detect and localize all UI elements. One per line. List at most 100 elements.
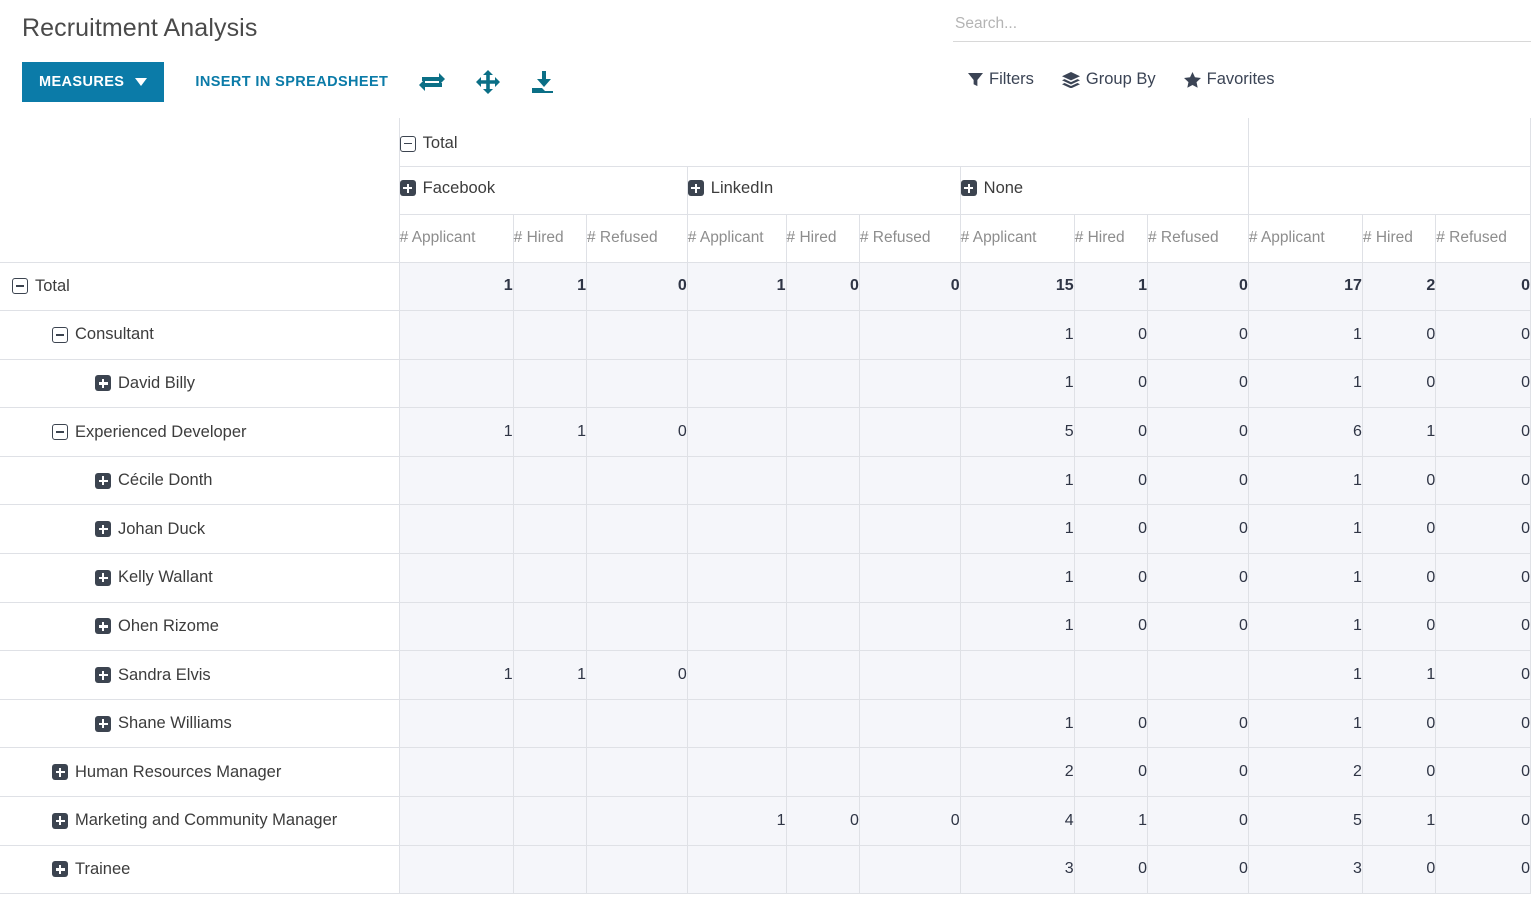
data-cell[interactable] bbox=[513, 310, 587, 360]
expand-icon-linkedin[interactable] bbox=[687, 180, 704, 197]
data-cell[interactable]: 1 bbox=[513, 407, 587, 457]
expand-icon[interactable] bbox=[95, 569, 111, 586]
expand-icon-none[interactable] bbox=[960, 180, 977, 197]
column-root-total[interactable]: Total bbox=[399, 118, 1249, 167]
data-cell[interactable] bbox=[586, 602, 688, 652]
data-cell[interactable] bbox=[786, 602, 860, 652]
data-cell[interactable]: 0 bbox=[1435, 747, 1531, 798]
data-cell[interactable]: 0 bbox=[1147, 310, 1249, 360]
data-cell[interactable]: 1 bbox=[1362, 650, 1437, 700]
data-cell[interactable]: 1 bbox=[960, 602, 1075, 652]
row-header-cell[interactable]: Experienced Developer bbox=[0, 407, 400, 457]
expand-icon[interactable] bbox=[95, 715, 111, 732]
data-cell[interactable]: 1 bbox=[1248, 699, 1363, 749]
data-cell[interactable]: 1 bbox=[1248, 553, 1363, 603]
row-header-cell[interactable]: Trainee bbox=[0, 845, 400, 895]
data-cell[interactable]: 15 bbox=[960, 262, 1075, 312]
data-cell[interactable] bbox=[687, 650, 787, 700]
data-cell[interactable] bbox=[687, 407, 787, 457]
data-cell[interactable]: 0 bbox=[1435, 650, 1531, 700]
row-header-cell[interactable]: Consultant bbox=[0, 310, 400, 360]
measure-header[interactable]: # Refused bbox=[586, 214, 688, 263]
data-cell[interactable] bbox=[513, 796, 587, 846]
data-cell[interactable] bbox=[687, 553, 787, 603]
data-cell[interactable] bbox=[513, 456, 587, 506]
data-cell[interactable]: 1 bbox=[960, 699, 1075, 749]
row-header-cell[interactable]: Marketing and Community Manager bbox=[0, 796, 400, 846]
collapse-icon[interactable] bbox=[399, 135, 416, 152]
data-cell[interactable]: 0 bbox=[1074, 456, 1149, 506]
row-header-cell[interactable]: Sandra Elvis bbox=[0, 650, 400, 700]
data-cell[interactable]: 0 bbox=[1147, 699, 1249, 749]
data-cell[interactable]: 0 bbox=[1435, 553, 1531, 603]
expand-icon[interactable] bbox=[52, 812, 68, 829]
data-cell[interactable]: 1 bbox=[1248, 456, 1363, 506]
measures-button[interactable]: MEASURES bbox=[22, 62, 165, 102]
data-cell[interactable]: 0 bbox=[1147, 504, 1249, 555]
filters-button[interactable]: Filters bbox=[968, 70, 1034, 89]
data-cell[interactable]: 1 bbox=[1074, 262, 1149, 312]
favorites-button[interactable]: Favorites bbox=[1183, 70, 1274, 89]
data-cell[interactable]: 0 bbox=[1362, 602, 1437, 652]
data-cell[interactable] bbox=[786, 650, 860, 700]
data-cell[interactable] bbox=[786, 699, 860, 749]
data-cell[interactable]: 0 bbox=[786, 262, 860, 312]
data-cell[interactable] bbox=[1074, 650, 1149, 700]
row-header-cell[interactable]: Ohen Rizome bbox=[0, 602, 400, 652]
data-cell[interactable] bbox=[786, 747, 860, 798]
data-cell[interactable]: 0 bbox=[1147, 553, 1249, 603]
data-cell[interactable] bbox=[859, 310, 961, 360]
data-cell[interactable] bbox=[859, 407, 961, 457]
data-cell[interactable] bbox=[786, 456, 860, 506]
data-cell[interactable]: 6 bbox=[1248, 407, 1363, 457]
data-cell[interactable]: 0 bbox=[1074, 310, 1149, 360]
measure-header[interactable]: # Hired bbox=[513, 214, 587, 263]
data-cell[interactable]: 0 bbox=[1435, 456, 1531, 506]
data-cell[interactable]: 0 bbox=[1435, 407, 1531, 457]
collapse-icon[interactable] bbox=[52, 326, 68, 343]
column-group-none[interactable]: None bbox=[960, 166, 1249, 215]
download-icon[interactable] bbox=[531, 70, 555, 94]
column-group-facebook[interactable]: Facebook bbox=[399, 166, 688, 215]
data-cell[interactable]: 0 bbox=[1147, 845, 1249, 895]
data-cell[interactable]: 1 bbox=[399, 650, 514, 700]
data-cell[interactable]: 0 bbox=[1074, 407, 1149, 457]
data-cell[interactable] bbox=[399, 602, 514, 652]
data-cell[interactable] bbox=[859, 553, 961, 603]
expand-icon[interactable] bbox=[476, 70, 501, 94]
data-cell[interactable]: 0 bbox=[586, 262, 688, 312]
data-cell[interactable]: 1 bbox=[1074, 796, 1149, 846]
data-cell[interactable]: 0 bbox=[1362, 359, 1437, 409]
expand-icon[interactable] bbox=[95, 667, 111, 684]
row-header-cell[interactable]: Cécile Donth bbox=[0, 456, 400, 506]
row-header-cell[interactable]: Johan Duck bbox=[0, 504, 400, 555]
data-cell[interactable]: 0 bbox=[1435, 262, 1531, 312]
row-header-cell[interactable]: Shane Williams bbox=[0, 699, 400, 749]
data-cell[interactable]: 1 bbox=[399, 262, 514, 312]
flip-axis-icon[interactable] bbox=[419, 71, 446, 93]
data-cell[interactable] bbox=[586, 796, 688, 846]
data-cell[interactable] bbox=[687, 310, 787, 360]
data-cell[interactable]: 1 bbox=[687, 262, 787, 312]
search-box[interactable] bbox=[953, 8, 1531, 42]
data-cell[interactable]: 1 bbox=[1248, 504, 1363, 555]
data-cell[interactable] bbox=[586, 553, 688, 603]
expand-icon[interactable] bbox=[52, 764, 68, 781]
data-cell[interactable] bbox=[859, 456, 961, 506]
expand-icon[interactable] bbox=[95, 375, 111, 392]
data-cell[interactable]: 0 bbox=[1074, 747, 1149, 798]
data-cell[interactable]: 0 bbox=[859, 262, 961, 312]
data-cell[interactable]: 0 bbox=[1362, 747, 1437, 798]
expand-icon[interactable] bbox=[95, 521, 111, 538]
data-cell[interactable]: 0 bbox=[1147, 456, 1249, 506]
data-cell[interactable] bbox=[786, 845, 860, 895]
measure-header[interactable]: # Refused bbox=[1435, 214, 1531, 263]
measure-header[interactable]: # Applicant bbox=[1248, 214, 1363, 263]
measure-header[interactable]: # Applicant bbox=[399, 214, 514, 263]
data-cell[interactable]: 5 bbox=[1248, 796, 1363, 846]
expand-icon[interactable] bbox=[52, 861, 68, 878]
data-cell[interactable] bbox=[586, 310, 688, 360]
data-cell[interactable] bbox=[687, 699, 787, 749]
data-cell[interactable]: 0 bbox=[1074, 699, 1149, 749]
data-cell[interactable]: 0 bbox=[1147, 359, 1249, 409]
